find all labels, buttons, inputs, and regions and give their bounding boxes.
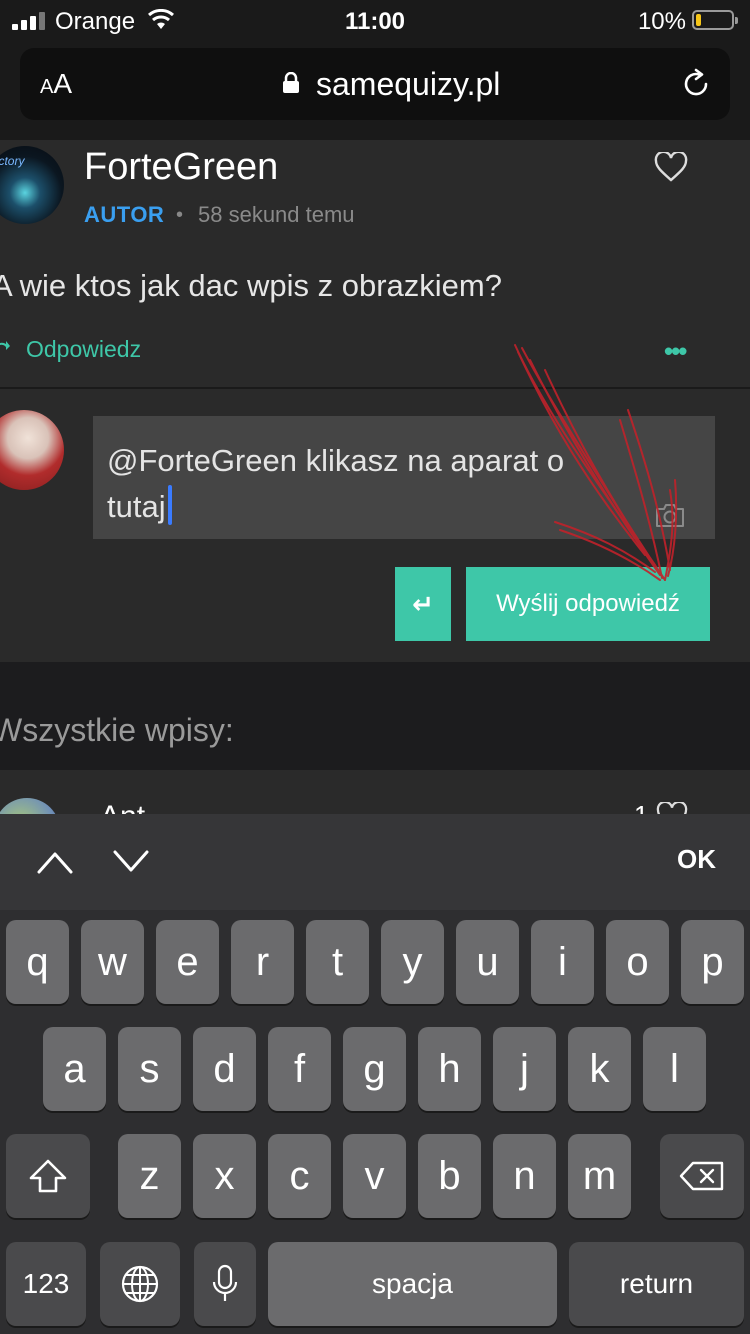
status-bar: Orange 11:00 10%: [0, 0, 750, 44]
camera-icon[interactable]: [655, 502, 685, 528]
key-a[interactable]: a: [43, 1027, 106, 1111]
battery-icon: [692, 10, 738, 30]
return-key[interactable]: return: [569, 1242, 744, 1326]
key-b[interactable]: b: [418, 1134, 481, 1218]
key-x[interactable]: x: [193, 1134, 256, 1218]
backspace-key[interactable]: [660, 1134, 744, 1218]
shift-key[interactable]: [6, 1134, 90, 1218]
more-options-button[interactable]: •••: [664, 336, 687, 367]
key-p[interactable]: p: [681, 920, 744, 1004]
reply-textarea[interactable]: @ForteGreen klikasz na aparat o tutaj: [93, 416, 715, 539]
key-j[interactable]: j: [493, 1027, 556, 1111]
key-y[interactable]: y: [381, 920, 444, 1004]
key-f[interactable]: f: [268, 1027, 331, 1111]
heart-icon[interactable]: [654, 152, 688, 182]
author-badge: AUTOR: [84, 202, 165, 227]
key-q[interactable]: q: [6, 920, 69, 1004]
key-e[interactable]: e: [156, 920, 219, 1004]
key-u[interactable]: u: [456, 920, 519, 1004]
all-posts-heading: Wszystkie wpisy:: [0, 712, 234, 748]
keyboard-done-button[interactable]: OK: [677, 844, 716, 875]
reply-icon[interactable]: [0, 340, 10, 358]
text-size-button[interactable]: AA: [40, 68, 72, 100]
battery-percentage: 10%: [637, 8, 686, 35]
globe-icon: [121, 1265, 159, 1303]
next-author-avatar[interactable]: [0, 798, 60, 814]
key-g[interactable]: g: [343, 1027, 406, 1111]
post-card: Victory ForteGreen AUTOR • 58 sekund tem…: [0, 140, 750, 662]
post-text: A wie ktos jak dac wpis z obrazkiem?: [0, 268, 502, 303]
like-count: 1: [634, 800, 648, 814]
url-domain: samequizy.pl: [316, 66, 501, 102]
key-c[interactable]: c: [268, 1134, 331, 1218]
key-r[interactable]: r: [231, 920, 294, 1004]
backspace-icon: [679, 1161, 724, 1191]
reply-text-line1: @ForteGreen klikasz na aparat o: [107, 443, 565, 478]
key-t[interactable]: t: [306, 920, 369, 1004]
key-m[interactable]: m: [568, 1134, 631, 1218]
globe-key[interactable]: [100, 1242, 180, 1326]
post-time: 58 sekund temu: [198, 202, 355, 227]
key-o[interactable]: o: [606, 920, 669, 1004]
keyboard-accessory-bar: OK: [0, 814, 750, 910]
divider: [0, 387, 750, 389]
key-l[interactable]: l: [643, 1027, 706, 1111]
next-post-card: Ant 1: [0, 770, 750, 814]
author-name[interactable]: ForteGreen: [84, 146, 278, 189]
reply-link[interactable]: Odpowiedz: [26, 336, 141, 363]
next-author-name[interactable]: Ant: [100, 800, 145, 814]
address-bar[interactable]: AA samequizy.pl: [20, 48, 730, 120]
author-avatar[interactable]: Victory: [0, 146, 64, 224]
key-n[interactable]: n: [493, 1134, 556, 1218]
key-i[interactable]: i: [531, 920, 594, 1004]
reload-icon[interactable]: [680, 68, 712, 100]
numbers-key[interactable]: 123: [6, 1242, 86, 1326]
key-d[interactable]: d: [193, 1027, 256, 1111]
lock-icon: [283, 72, 299, 93]
separator-dot: •: [176, 204, 184, 226]
send-reply-button[interactable]: Wyślij odpowiedź: [466, 567, 710, 641]
microphone-icon: [212, 1264, 238, 1301]
chevron-down-icon[interactable]: [112, 848, 150, 876]
space-key[interactable]: spacja: [268, 1242, 557, 1326]
text-caret: [167, 485, 172, 525]
key-z[interactable]: z: [118, 1134, 181, 1218]
key-v[interactable]: v: [343, 1134, 406, 1218]
chevron-up-icon[interactable]: [36, 848, 74, 876]
heart-icon[interactable]: [656, 802, 688, 814]
keyboard: q w e r t y u i o p a s d f g h j k l z …: [0, 910, 750, 1334]
reply-text-line2: tutaj: [107, 489, 166, 524]
enter-button[interactable]: ↵: [395, 567, 451, 641]
key-s[interactable]: s: [118, 1027, 181, 1111]
microphone-key[interactable]: [194, 1242, 256, 1326]
key-w[interactable]: w: [81, 920, 144, 1004]
page-content: Victory ForteGreen AUTOR • 58 sekund tem…: [0, 140, 750, 814]
shift-icon: [29, 1159, 67, 1193]
browser-toolbar: AA samequizy.pl: [0, 44, 750, 140]
key-k[interactable]: k: [568, 1027, 631, 1111]
key-h[interactable]: h: [418, 1027, 481, 1111]
current-user-avatar: [0, 410, 64, 490]
